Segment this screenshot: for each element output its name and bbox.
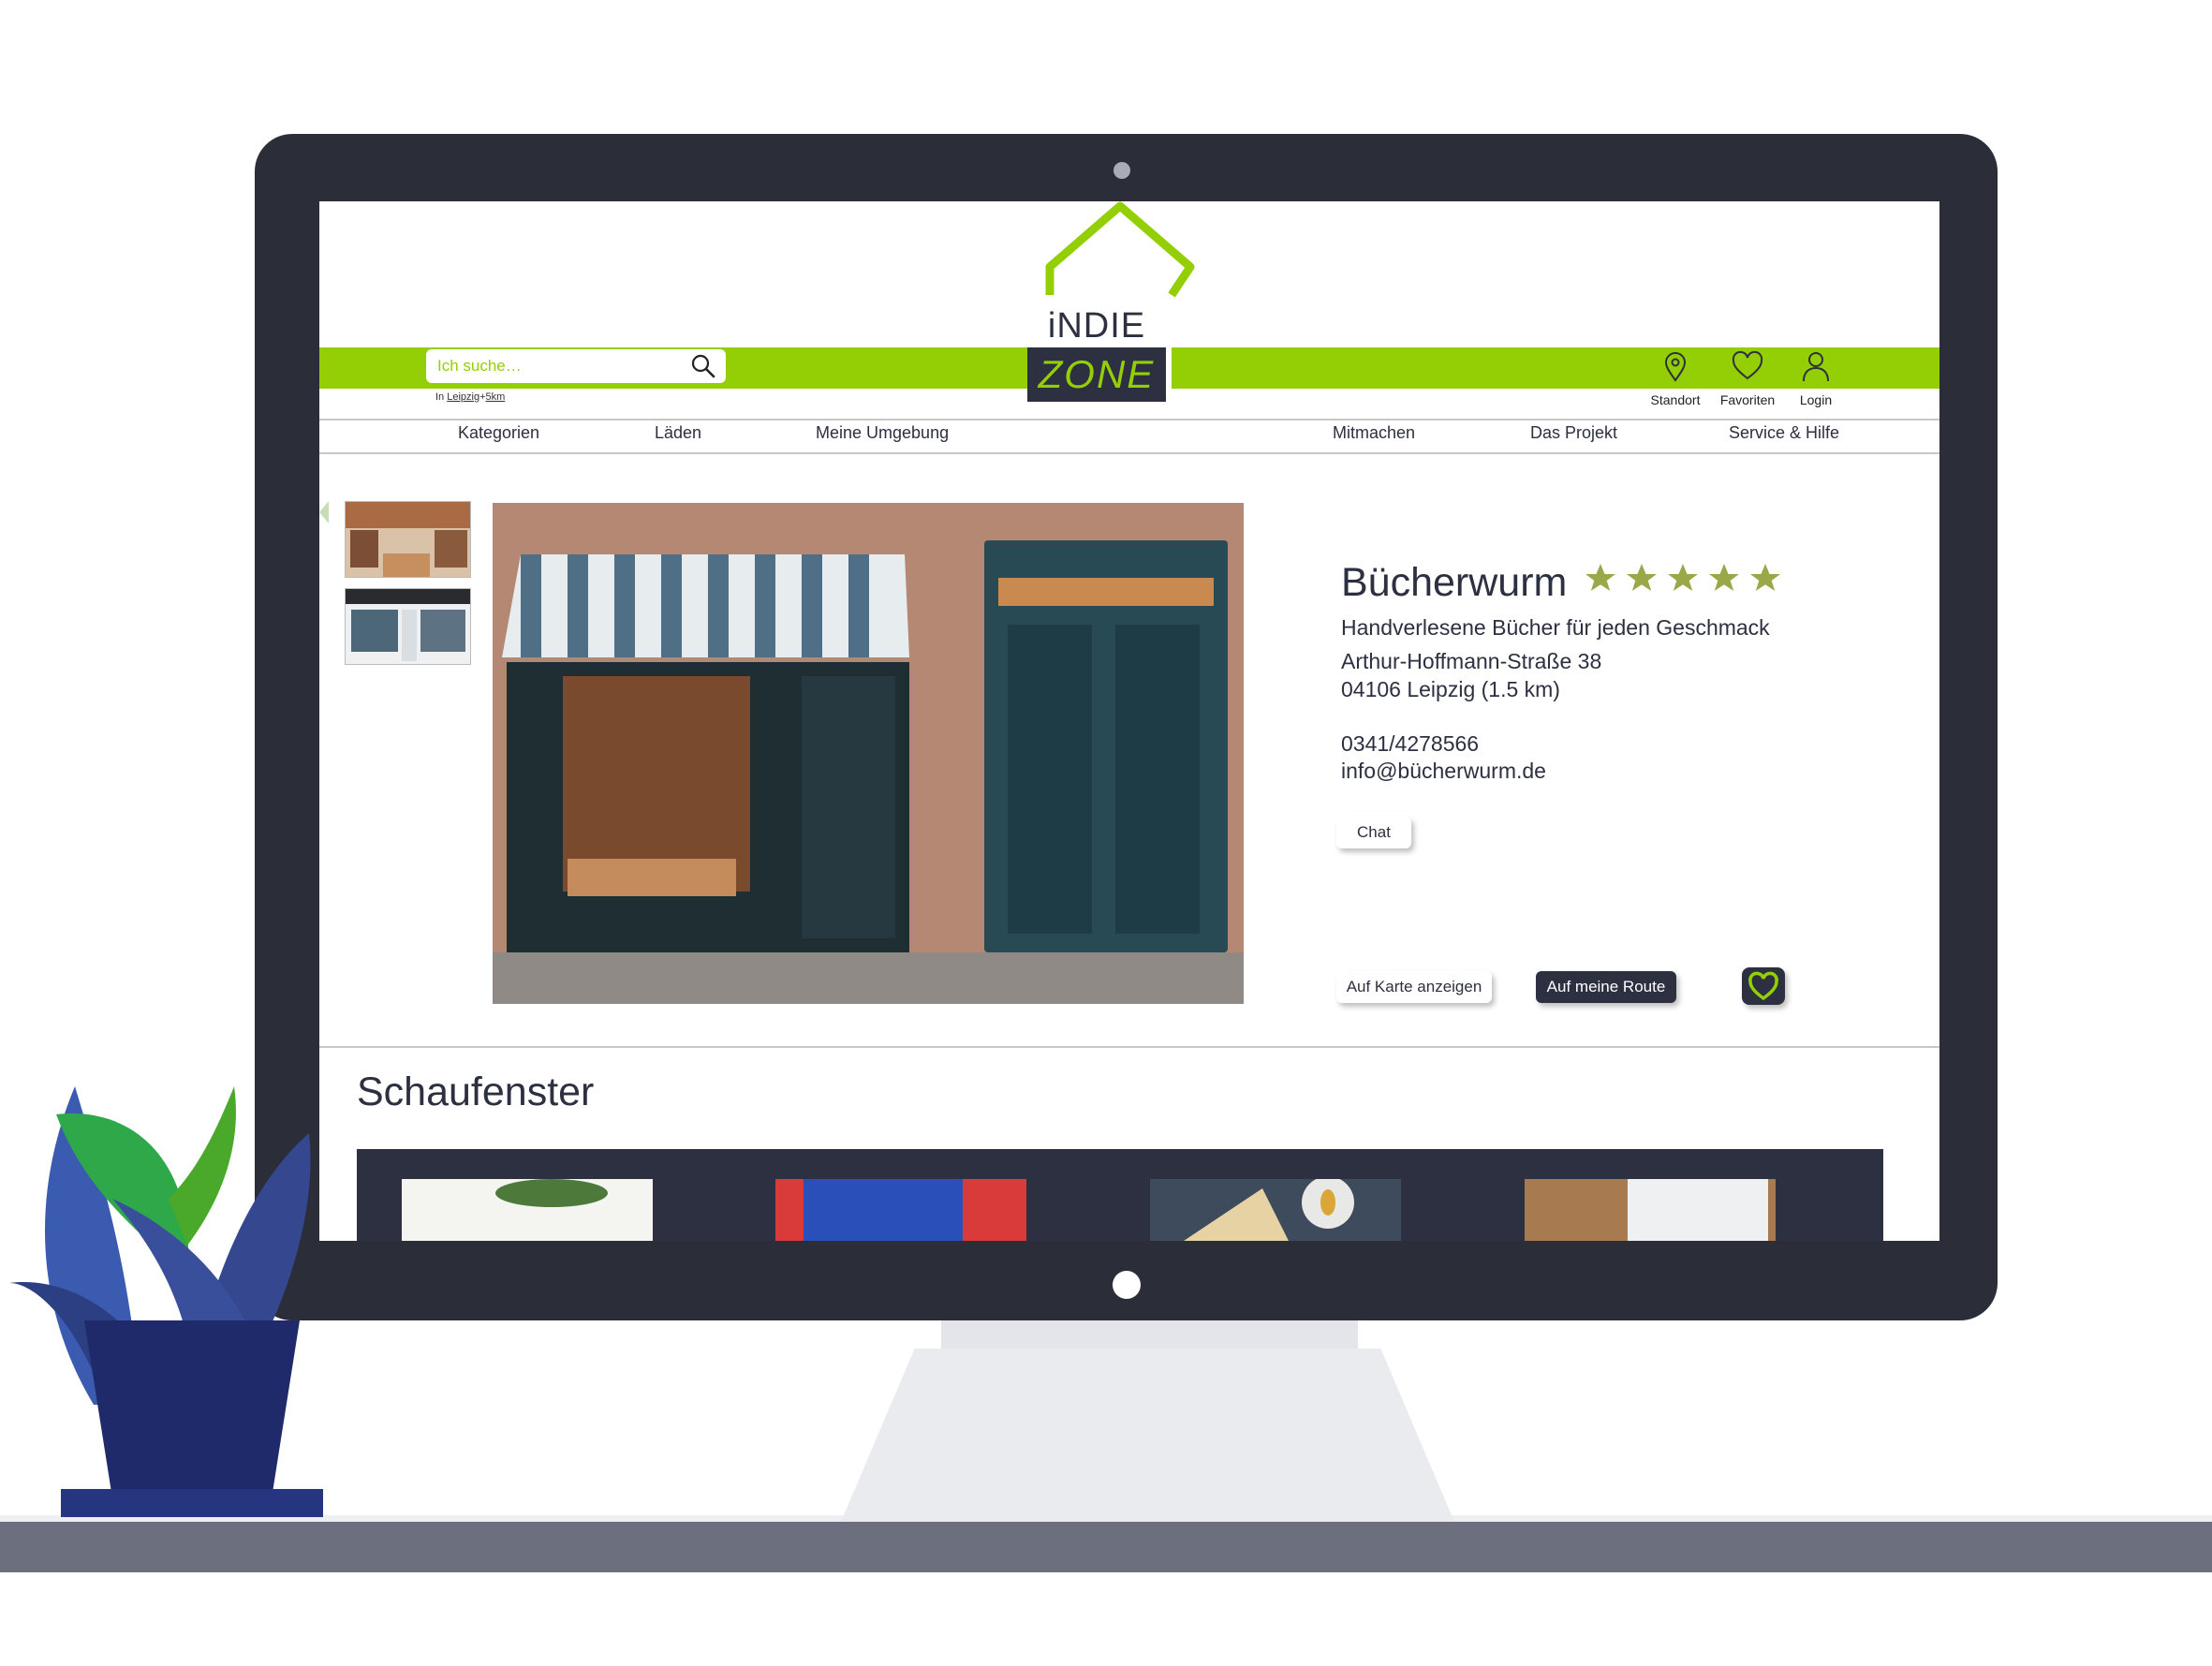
user-icon[interactable] [1799, 349, 1833, 383]
search-icon[interactable] [690, 353, 716, 379]
monitor-stand-base [841, 1349, 1454, 1522]
shop-street: Arthur-Hoffmann-Straße 38 [1341, 649, 1602, 673]
nav-item-meine-umgebung[interactable]: Meine Umgebung [816, 423, 949, 443]
search-input[interactable]: Ich suche… [437, 357, 522, 376]
show-on-map-button[interactable]: Auf Karte anzeigen [1336, 971, 1492, 1003]
logo-text-zone[interactable]: ZONE [1027, 347, 1166, 402]
login-label[interactable]: Login [1774, 392, 1858, 407]
shop-photo[interactable] [493, 503, 1244, 1004]
shop-name: Bücherwurm [1341, 560, 1568, 605]
showcase-strip [357, 1149, 1883, 1241]
shop-email[interactable]: info@bücherwurm.de [1341, 759, 1546, 784]
nav-item-service-hilfe[interactable]: Service & Hilfe [1729, 423, 1839, 443]
thumbnail-1[interactable] [345, 501, 471, 578]
showcase-item-2[interactable] [775, 1179, 1026, 1241]
showcase-item-3-image [1184, 1179, 1354, 1241]
thumbnail-1-image [346, 502, 470, 577]
heart-icon [1748, 971, 1778, 1001]
location-city-link[interactable]: Leipzig [447, 391, 479, 403]
showcase-item-4[interactable] [1525, 1179, 1776, 1241]
monitor-stand-neck [941, 1316, 1358, 1353]
location-pin-icon[interactable] [1659, 349, 1692, 383]
showcase-item-4-image [1628, 1179, 1768, 1241]
nav-item-mitmachen[interactable]: Mitmachen [1333, 423, 1415, 443]
chat-button[interactable]: Chat [1336, 817, 1411, 848]
camera-icon [1113, 162, 1130, 179]
shop-city: 04106 Leipzig (1.5 km) [1341, 677, 1560, 701]
thumbnail-2-image [346, 589, 470, 664]
nav-divider-top [319, 419, 1939, 420]
logo-text-indie[interactable]: iNDIE [1040, 306, 1153, 349]
nav-divider-bottom [319, 452, 1939, 454]
showcase-item-2-image [804, 1179, 963, 1241]
plant-illustration [9, 1086, 323, 1517]
add-to-route-button[interactable]: Auf meine Route [1536, 971, 1676, 1003]
showcase-item-1-image [495, 1179, 608, 1207]
thumbnail-2[interactable] [345, 588, 471, 665]
search-box[interactable]: Ich suche… [426, 349, 726, 383]
rating-stars [1585, 564, 1780, 591]
favorite-button[interactable] [1742, 967, 1785, 1005]
heart-icon[interactable] [1731, 349, 1764, 383]
prev-arrow-icon[interactable] [319, 501, 329, 523]
nav-item-laeden[interactable]: Läden [655, 423, 701, 443]
power-button[interactable] [1113, 1271, 1141, 1299]
location-prefix: In [435, 391, 445, 403]
location-hint: In Leipzig+5km [435, 391, 505, 403]
location-radius-link[interactable]: 5km [486, 391, 506, 403]
shop-photo-image [493, 503, 1244, 1004]
shop-phone[interactable]: 0341/4278566 [1341, 731, 1479, 757]
nav-item-kategorien[interactable]: Kategorien [458, 423, 539, 443]
nav-item-das-projekt[interactable]: Das Projekt [1530, 423, 1617, 443]
showcase-item-1[interactable] [402, 1179, 653, 1241]
section-divider [319, 1046, 1939, 1048]
screen: iNDIE ZONE Ich suche… In Leipzig+5km Sta… [319, 201, 1939, 1241]
desk [0, 1522, 2212, 1572]
showcase-item-3[interactable] [1150, 1179, 1401, 1241]
shop-tagline: Handverlesene Bücher für jeden Geschmack [1341, 615, 1770, 640]
